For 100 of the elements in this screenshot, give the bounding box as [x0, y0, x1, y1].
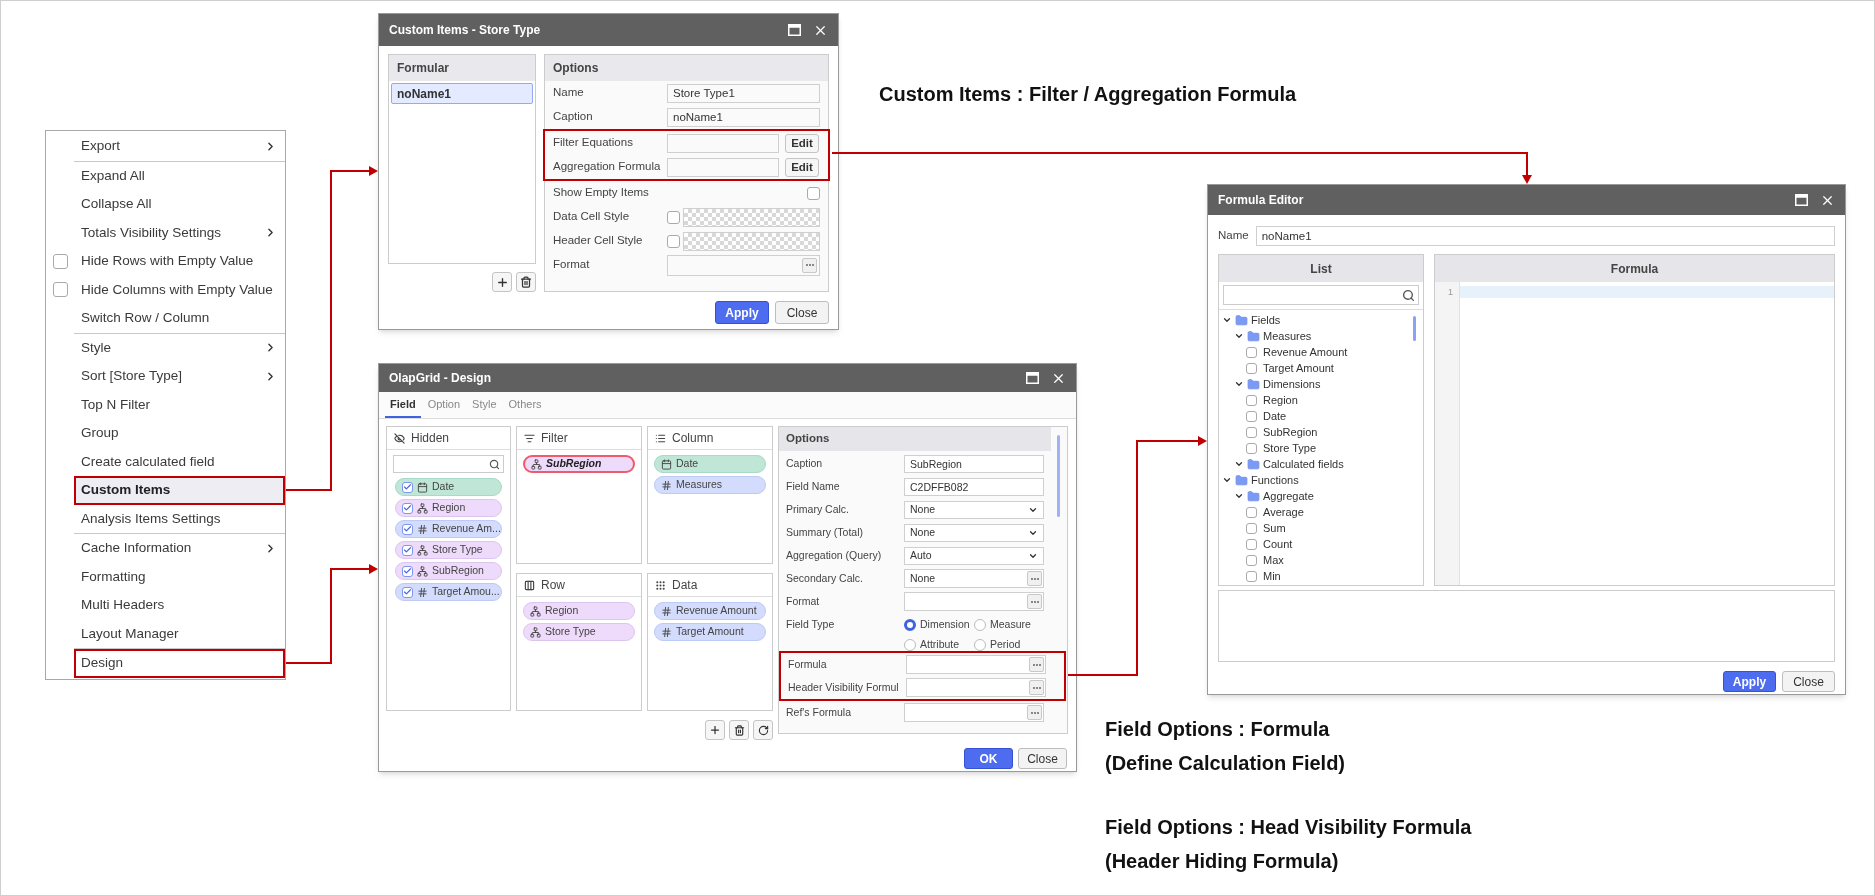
chevron-down-icon[interactable]	[1222, 315, 1232, 325]
input-field[interactable]	[906, 655, 1046, 674]
refresh-button[interactable]	[753, 720, 773, 740]
menu-item[interactable]: Top N Filter	[74, 390, 285, 419]
checkbox[interactable]	[1246, 394, 1257, 406]
tree-label[interactable]: Max	[1263, 551, 1284, 569]
chevron-down-icon[interactable]	[1234, 459, 1244, 469]
tree-label[interactable]: Target Amount	[1263, 359, 1334, 377]
list-item[interactable]: noName1	[391, 83, 533, 104]
radio-button[interactable]	[904, 638, 916, 651]
menu-item[interactable]: Sort [Store Type]	[74, 362, 285, 391]
tree-label[interactable]: Calculated fields	[1263, 455, 1344, 473]
input-field[interactable]	[906, 678, 1046, 697]
input-field[interactable]	[904, 592, 1044, 611]
checkbox[interactable]	[402, 502, 413, 514]
field-chip[interactable]: Region	[523, 602, 635, 620]
transparency-swatch[interactable]	[683, 207, 820, 227]
menu-item[interactable]: Formatting	[74, 562, 285, 591]
menu-item[interactable]: Collapse All	[74, 190, 285, 219]
menu-item[interactable]: Hide Rows with Empty Value	[74, 247, 285, 276]
checkbox[interactable]	[402, 586, 413, 598]
field-chip[interactable]: Target Amount	[654, 623, 766, 641]
input-field[interactable]: noName1	[1255, 226, 1835, 246]
radio-button[interactable]	[974, 618, 986, 631]
chevron-down-icon[interactable]	[1234, 491, 1244, 501]
select-field[interactable]: Auto	[904, 546, 1044, 565]
input-field[interactable]: SubRegion	[904, 454, 1044, 473]
edit-button[interactable]: Edit	[785, 157, 819, 177]
transparency-swatch[interactable]	[683, 231, 820, 251]
tree-label[interactable]: Fields	[1251, 311, 1281, 329]
menu-item[interactable]: Export	[74, 132, 285, 161]
checkbox[interactable]	[1246, 410, 1257, 422]
menu-item[interactable]: Layout Manager	[74, 619, 285, 648]
select-field[interactable]: None	[904, 500, 1044, 519]
checkbox[interactable]	[402, 544, 413, 556]
primary-button[interactable]: Apply	[1723, 671, 1776, 692]
field-chip[interactable]: Store Type	[523, 623, 635, 641]
select-field[interactable]: None	[904, 523, 1044, 542]
checkbox[interactable]	[807, 186, 820, 200]
field-chip[interactable]: Store Type	[395, 541, 502, 559]
delete-button[interactable]	[729, 720, 749, 740]
tree-label[interactable]: Measures	[1263, 327, 1312, 345]
tree-label[interactable]: Count	[1263, 535, 1293, 553]
menu-item[interactable]: Multi Headers	[74, 591, 285, 620]
input-field[interactable]: Store Type1	[667, 83, 820, 103]
field-chip[interactable]: SubRegion	[523, 455, 635, 473]
chevron-down-icon[interactable]	[1234, 379, 1244, 389]
secondary-button[interactable]: Close	[1018, 748, 1067, 769]
input-field[interactable]: noName1	[667, 107, 820, 127]
menu-item[interactable]: Expand All	[74, 161, 285, 190]
checkbox[interactable]	[667, 210, 680, 224]
more-button[interactable]	[1027, 594, 1042, 609]
edit-button[interactable]: Edit	[785, 133, 819, 153]
menu-item[interactable]: Design	[74, 649, 285, 678]
maximize-icon[interactable]	[1795, 194, 1808, 206]
tree-label[interactable]: Store Type	[1263, 439, 1316, 457]
field-chip[interactable]: Region	[395, 499, 502, 517]
scrollbar-thumb[interactable]	[1057, 435, 1060, 517]
field-chip[interactable]: SubRegion	[395, 562, 502, 580]
checkbox[interactable]	[1246, 442, 1257, 454]
menu-item[interactable]: Group	[74, 419, 285, 448]
tab[interactable]: Field	[385, 393, 421, 418]
tree-label[interactable]: Revenue Amount	[1263, 343, 1348, 361]
more-button[interactable]	[1027, 571, 1042, 586]
tree-label[interactable]: Average	[1263, 503, 1304, 521]
field-chip[interactable]: Revenue Am...	[395, 520, 502, 538]
tab[interactable]: Others	[503, 393, 547, 418]
checkbox[interactable]	[1246, 506, 1257, 518]
more-button[interactable]	[1027, 705, 1042, 720]
input-field[interactable]	[667, 254, 820, 276]
maximize-icon[interactable]	[1026, 372, 1039, 384]
tree-label[interactable]: Min	[1263, 567, 1281, 585]
primary-button[interactable]: OK	[964, 748, 1013, 769]
menu-item[interactable]: Analysis Items Settings	[74, 504, 285, 533]
menu-item[interactable]: Hide Columns with Empty Value	[74, 275, 285, 304]
tree-label[interactable]: Sum	[1263, 519, 1286, 537]
radio-button[interactable]	[904, 618, 916, 631]
text-area[interactable]	[1218, 590, 1835, 662]
more-button[interactable]	[802, 257, 817, 273]
menu-item[interactable]: Style	[74, 333, 285, 362]
tree-label[interactable]: Aggregate	[1263, 487, 1314, 505]
input-field[interactable]: None	[904, 569, 1044, 588]
input-field[interactable]	[904, 703, 1044, 722]
delete-button[interactable]	[516, 272, 536, 292]
tree-label[interactable]: Region	[1263, 391, 1298, 409]
tree-label[interactable]: Date	[1263, 407, 1287, 425]
more-button[interactable]	[1029, 680, 1044, 695]
checkbox[interactable]	[1246, 362, 1257, 374]
checkbox[interactable]	[1246, 554, 1257, 566]
search-field[interactable]	[1223, 285, 1419, 305]
menu-item[interactable]: Switch Row / Column	[74, 304, 285, 333]
input-field[interactable]	[667, 133, 779, 153]
menu-item[interactable]: Totals Visibility Settings	[74, 218, 285, 247]
chevron-down-icon[interactable]	[1222, 475, 1232, 485]
tree-label[interactable]: SubRegion	[1263, 423, 1318, 441]
search-field[interactable]	[393, 455, 504, 473]
checkbox[interactable]	[402, 481, 413, 493]
checkbox[interactable]	[1246, 570, 1257, 582]
tab[interactable]: Style	[467, 393, 502, 418]
secondary-button[interactable]: Close	[775, 301, 829, 324]
